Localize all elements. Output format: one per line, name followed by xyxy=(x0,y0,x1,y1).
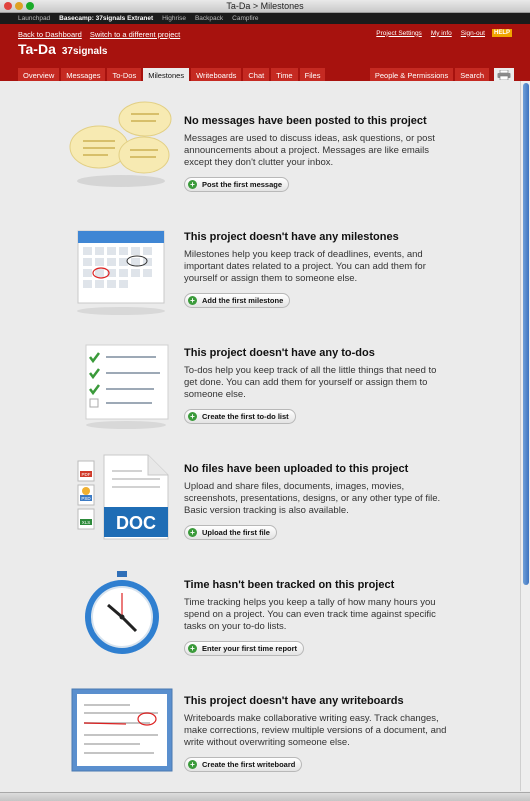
files-heading: No files have been uploaded to this proj… xyxy=(184,463,409,475)
tab-milestones[interactable]: Milestones xyxy=(143,68,190,81)
time-section: Time hasn't been tracked on this project… xyxy=(0,565,520,681)
messages-description: Messages are used to discuss ideas, ask … xyxy=(184,133,435,168)
files-text: No files have been uploaded to this proj… xyxy=(184,463,449,540)
project-header: Back to Dashboard Switch to a different … xyxy=(0,24,530,81)
tab-writeboards[interactable]: Writeboards xyxy=(191,68,242,81)
project-settings-link[interactable]: Project Settings xyxy=(376,30,422,37)
scrollbar-thumb[interactable] xyxy=(523,83,529,585)
stopwatch-icon xyxy=(68,571,174,661)
plus-icon: + xyxy=(188,528,197,537)
checklist-icon xyxy=(68,341,174,431)
browser-window: Ta-Da > Milestones Launchpad Basecamp: 3… xyxy=(0,0,530,801)
back-to-dashboard-link[interactable]: Back to Dashboard xyxy=(18,30,82,39)
todos-description: To-dos help you keep track of all the li… xyxy=(184,365,437,400)
switch-project-link[interactable]: Switch to a different project xyxy=(90,30,180,39)
create-first-writeboard-button[interactable]: + Create the first writeboard xyxy=(184,757,303,772)
account-links: Project Settings My info Sign-out HELP xyxy=(367,29,512,37)
zoom-window-button[interactable] xyxy=(26,2,34,10)
calendar-icon xyxy=(68,227,174,317)
psd-badge: PSD xyxy=(81,496,91,501)
back-links: Back to Dashboard Switch to a different … xyxy=(18,30,186,39)
window-title: Ta-Da > Milestones xyxy=(226,1,304,11)
tab-time[interactable]: Time xyxy=(271,68,298,81)
post-first-message-label: Post the first message xyxy=(202,180,283,189)
upload-first-file-button[interactable]: + Upload the first file xyxy=(184,525,277,540)
tab-search[interactable]: Search xyxy=(455,68,489,81)
tab-todos[interactable]: To-Dos xyxy=(107,68,142,81)
close-window-button[interactable] xyxy=(4,2,12,10)
global-nav-launchpad[interactable]: Launchpad xyxy=(18,15,50,22)
time-heading: Time hasn't been tracked on this project xyxy=(184,579,395,591)
create-first-todo-list-label: Create the first to-do list xyxy=(202,412,289,421)
print-icon[interactable] xyxy=(494,68,514,81)
plus-icon: + xyxy=(188,412,197,421)
files-description: Upload and share files, documents, image… xyxy=(184,481,441,516)
milestones-description: Milestones help you keep track of deadli… xyxy=(184,249,426,284)
enter-first-time-report-button[interactable]: + Enter your first time report xyxy=(184,641,305,656)
files-section: DOC PDF PSD XLS No files have been uploa… xyxy=(0,449,520,565)
doc-label: DOC xyxy=(116,513,156,533)
plus-icon: + xyxy=(188,760,197,769)
todos-heading: This project doesn't have any to-dos xyxy=(184,347,375,359)
tab-messages[interactable]: Messages xyxy=(61,68,106,81)
writeboards-section: This project doesn't have any writeboard… xyxy=(0,681,520,797)
tab-people-permissions[interactable]: People & Permissions xyxy=(369,68,454,81)
plus-icon: + xyxy=(188,296,197,305)
create-first-writeboard-label: Create the first writeboard xyxy=(202,760,296,769)
document-icon: DOC PDF PSD XLS xyxy=(68,453,174,543)
time-description: Time tracking helps you keep a tally of … xyxy=(184,597,436,632)
writeboard-icon xyxy=(70,687,176,777)
global-nav-highrise[interactable]: Highrise xyxy=(162,15,186,22)
add-first-milestone-label: Add the first milestone xyxy=(202,296,284,305)
global-nav-basecamp[interactable]: Basecamp: 37signals Extranet xyxy=(59,15,153,22)
upload-first-file-label: Upload the first file xyxy=(202,528,270,537)
window-controls xyxy=(4,2,34,10)
speech-bubbles-icon xyxy=(68,101,174,191)
utility-tabs: People & Permissions Search xyxy=(369,68,514,81)
my-info-link[interactable]: My info xyxy=(431,30,452,37)
writeboards-heading: This project doesn't have any writeboard… xyxy=(184,695,404,707)
tab-files[interactable]: Files xyxy=(299,68,326,81)
project-tabs: Overview Messages To-Dos Milestones Writ… xyxy=(18,68,327,81)
help-button[interactable]: HELP xyxy=(491,29,512,37)
enter-first-time-report-label: Enter your first time report xyxy=(202,644,298,653)
add-first-milestone-button[interactable]: + Add the first milestone xyxy=(184,293,291,308)
title-bar: Ta-Da > Milestones xyxy=(0,0,530,13)
time-text: Time hasn't been tracked on this project… xyxy=(184,579,449,656)
messages-section: No messages have been posted to this pro… xyxy=(0,101,520,217)
xls-badge: XLS xyxy=(82,520,91,525)
post-first-message-button[interactable]: + Post the first message xyxy=(184,177,290,192)
vertical-scrollbar[interactable] xyxy=(520,81,530,791)
pdf-badge: PDF xyxy=(82,472,91,477)
milestones-heading: This project doesn't have any milestones xyxy=(184,231,399,243)
global-nav: Launchpad Basecamp: 37signals Extranet H… xyxy=(0,13,530,24)
todos-section: This project doesn't have any to-dos To-… xyxy=(0,333,520,449)
messages-heading: No messages have been posted to this pro… xyxy=(184,115,427,127)
status-bar xyxy=(0,792,530,801)
plus-icon: + xyxy=(188,644,197,653)
writeboards-description: Writeboards make collaborative writing e… xyxy=(184,713,447,748)
messages-text: No messages have been posted to this pro… xyxy=(184,115,449,192)
project-title: Ta-Da 37signals xyxy=(18,41,107,57)
project-name: Ta-Da xyxy=(18,41,56,57)
milestones-text: This project doesn't have any milestones… xyxy=(184,231,449,308)
plus-icon: + xyxy=(188,180,197,189)
tab-overview[interactable]: Overview xyxy=(18,68,60,81)
todos-text: This project doesn't have any to-dos To-… xyxy=(184,347,449,424)
tab-chat[interactable]: Chat xyxy=(243,68,270,81)
global-nav-backpack[interactable]: Backpack xyxy=(195,15,223,22)
create-first-todo-list-button[interactable]: + Create the first to-do list xyxy=(184,409,296,424)
company-name: 37signals xyxy=(61,46,108,57)
main-content: No messages have been posted to this pro… xyxy=(0,81,530,791)
sign-out-link[interactable]: Sign-out xyxy=(461,30,485,37)
global-nav-campfire[interactable]: Campfire xyxy=(232,15,258,22)
milestones-section: This project doesn't have any milestones… xyxy=(0,217,520,333)
writeboards-text: This project doesn't have any writeboard… xyxy=(184,695,449,772)
minimize-window-button[interactable] xyxy=(15,2,23,10)
